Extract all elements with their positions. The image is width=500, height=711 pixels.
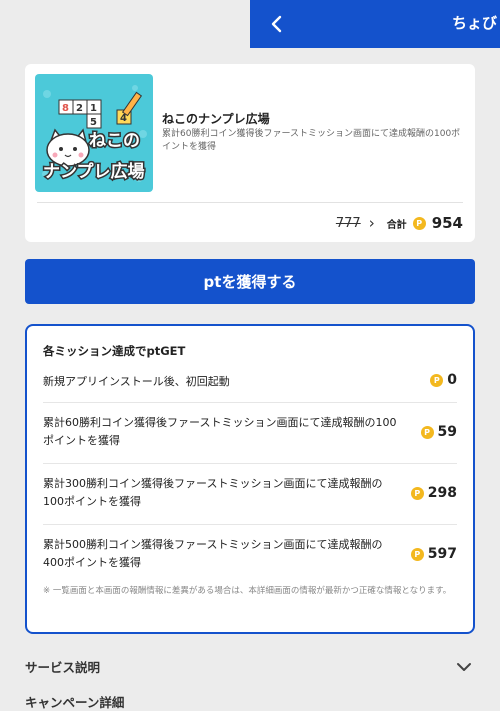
mission-text: 新規アプリインストール後、初回起動: [43, 375, 230, 388]
campaign-details-heading[interactable]: キャンペーン詳細: [25, 692, 124, 711]
coin-icon: P: [410, 547, 424, 561]
header-bar: ちょび: [250, 0, 500, 48]
app-icon-title-line1: ねこの: [89, 131, 140, 151]
service-description-heading[interactable]: サービス説明: [25, 657, 100, 676]
app-description: 累計60勝利コイン獲得後ファーストミッション画面にて達成報酬の100ポイントを獲…: [162, 129, 461, 152]
mission-points: P 0: [430, 372, 457, 388]
mission-item: 累計300勝利コイン獲得後ファーストミッション画面にて達成報酬の100ポイントを…: [43, 475, 457, 513]
total-points: 954: [431, 214, 463, 232]
mission-points-value: 298: [427, 485, 457, 501]
coin-icon: P: [420, 425, 434, 439]
mission-item: 累計500勝利コイン獲得後ファーストミッション画面にて達成報酬の400ポイントを…: [43, 536, 457, 574]
mission-points-value: 597: [427, 546, 457, 562]
back-button[interactable]: [264, 10, 288, 38]
svg-text:8: 8: [62, 103, 69, 114]
mission-item: 新規アプリインストール後、初回起動 P 0: [43, 372, 457, 392]
mission-points-value: 59: [437, 424, 457, 440]
app-card: 82 15 4 ねこの ナンプレ広場 ねこのナンプレ広場 累計60勝利コイン獲得…: [25, 64, 475, 242]
disclaimer-note: ※ 一覧画面と本画面の報酬情報に差異がある場合は、本詳細画面の情報が最新かつ正確…: [43, 586, 452, 596]
divider: [43, 524, 457, 525]
chevron-down-icon[interactable]: [455, 658, 473, 676]
app-icon[interactable]: 82 15 4 ねこの ナンプレ広場: [35, 74, 153, 192]
coin-icon: P: [430, 373, 444, 387]
app-icon-title-line2: ナンプレ広場: [43, 161, 145, 182]
old-points: 777: [335, 215, 361, 231]
mission-points-value: 0: [447, 372, 457, 388]
missions-title: 各ミッション達成でptGET: [43, 344, 186, 358]
divider: [43, 402, 457, 403]
divider: [37, 202, 463, 203]
header-title: ちょび: [452, 14, 498, 32]
mission-points: P 59: [420, 424, 457, 440]
coin-icon: P: [410, 486, 424, 500]
mission-text: 累計500勝利コイン獲得後ファーストミッション画面にて達成報酬の400ポイントを…: [43, 538, 383, 569]
app-name: ねこのナンプレ広場: [162, 112, 270, 126]
divider: [43, 463, 457, 464]
mission-item: 累計60勝利コイン獲得後ファーストミッション画面にて達成報酬の100ポイントを獲…: [43, 414, 457, 452]
svg-text:5: 5: [90, 117, 97, 128]
missions-panel: 各ミッション達成でptGET 新規アプリインストール後、初回起動 P 0 累計6…: [25, 324, 475, 634]
chevron-left-icon: [271, 15, 282, 33]
coin-icon: P: [412, 216, 426, 230]
svg-text:2: 2: [76, 103, 83, 114]
mission-points: P 597: [410, 546, 457, 562]
mission-text: 累計60勝利コイン獲得後ファーストミッション画面にて達成報酬の100ポイントを獲…: [43, 416, 397, 447]
svg-text:1: 1: [90, 103, 97, 114]
chevron-right-icon: ›: [368, 214, 375, 232]
total-label: 合計: [386, 219, 407, 231]
mission-points: P 298: [410, 485, 457, 501]
mission-text: 累計300勝利コイン獲得後ファーストミッション画面にて達成報酬の100ポイントを…: [43, 477, 383, 508]
points-summary: 777 › 合計 P 954: [336, 212, 463, 234]
get-points-button[interactable]: ptを獲得する: [25, 259, 475, 304]
